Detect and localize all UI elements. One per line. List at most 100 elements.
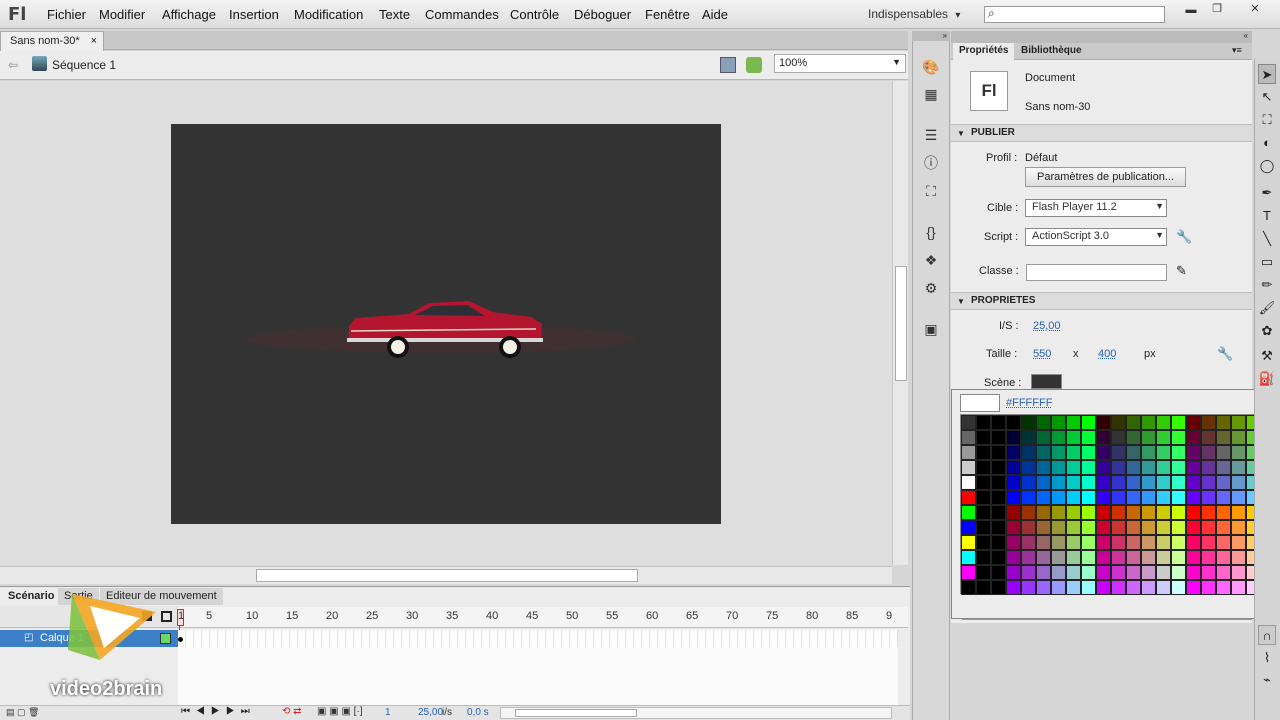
- color-swatch[interactable]: [1171, 550, 1186, 565]
- color-swatch[interactable]: [1036, 490, 1051, 505]
- color-swatch[interactable]: [1021, 430, 1036, 445]
- color-swatch[interactable]: [991, 475, 1006, 490]
- panel-menu-icon[interactable]: ▾≡: [1232, 45, 1242, 56]
- onion-skin-icon[interactable]: ▣ ▣ ▣ [·]: [317, 706, 363, 717]
- color-swatch[interactable]: [1111, 460, 1126, 475]
- color-swatch[interactable]: [1216, 505, 1231, 520]
- color-swatch[interactable]: [1006, 565, 1021, 580]
- components-icon[interactable]: ❖: [921, 251, 941, 269]
- color-swatch[interactable]: [1141, 475, 1156, 490]
- color-swatch[interactable]: [1171, 430, 1186, 445]
- color-swatch[interactable]: [1171, 520, 1186, 535]
- color-swatch[interactable]: [1111, 580, 1126, 595]
- timeline-hscrollbar[interactable]: [500, 707, 892, 719]
- color-swatch[interactable]: [1216, 460, 1231, 475]
- color-swatch[interactable]: [1186, 505, 1201, 520]
- color-swatch[interactable]: [1111, 445, 1126, 460]
- color-swatch[interactable]: [1096, 460, 1111, 475]
- horizontal-scroll-thumb[interactable]: [256, 569, 638, 582]
- color-swatch[interactable]: [1021, 475, 1036, 490]
- color-swatch[interactable]: [1051, 580, 1066, 595]
- wrench-icon[interactable]: 🔧: [1176, 229, 1192, 245]
- 3d-rotation-icon[interactable]: ◐: [1258, 133, 1276, 153]
- color-swatch[interactable]: [1051, 535, 1066, 550]
- color-swatch[interactable]: [1111, 475, 1126, 490]
- color-swatch[interactable]: [1066, 415, 1081, 430]
- color-swatch[interactable]: [1216, 475, 1231, 490]
- fps-value[interactable]: 25,00: [1033, 320, 1061, 332]
- color-swatch[interactable]: [1186, 565, 1201, 580]
- line-tool-icon[interactable]: ╲: [1258, 229, 1276, 249]
- color-swatch[interactable]: [1231, 445, 1246, 460]
- color-swatch[interactable]: [1216, 550, 1231, 565]
- brush-tool-icon[interactable]: 🖌: [1258, 298, 1276, 318]
- color-swatch[interactable]: [1156, 475, 1171, 490]
- color-swatch[interactable]: [1036, 520, 1051, 535]
- stage-canvas[interactable]: [171, 124, 721, 524]
- color-swatch[interactable]: [1201, 490, 1216, 505]
- new-layer-icon[interactable]: ▤ ▢ 🗑: [6, 707, 39, 718]
- back-arrow-icon[interactable]: ⇦: [8, 58, 18, 72]
- workspace-switcher[interactable]: Indispensables ▾: [868, 7, 960, 21]
- color-swatch[interactable]: [1036, 580, 1051, 595]
- swatches-icon[interactable]: ▦: [921, 85, 941, 103]
- straighten-icon[interactable]: ⌁: [1258, 670, 1276, 690]
- project-icon[interactable]: ▣: [921, 320, 941, 338]
- color-swatch[interactable]: [976, 475, 991, 490]
- color-swatch[interactable]: [1036, 430, 1051, 445]
- pencil-icon[interactable]: ✎: [1176, 263, 1187, 279]
- color-swatch[interactable]: [1051, 490, 1066, 505]
- color-swatch[interactable]: [991, 430, 1006, 445]
- deco-tool-icon[interactable]: ✿: [1258, 321, 1276, 341]
- color-swatch[interactable]: [1096, 520, 1111, 535]
- color-swatch[interactable]: [1111, 550, 1126, 565]
- color-swatch[interactable]: [1006, 430, 1021, 445]
- color-swatch[interactable]: [991, 415, 1006, 430]
- stage-color-swatch[interactable]: [1031, 374, 1062, 389]
- color-swatch[interactable]: [1111, 430, 1126, 445]
- close-tab-icon[interactable]: ×: [91, 35, 97, 47]
- color-swatch[interactable]: [1096, 445, 1111, 460]
- color-swatch[interactable]: [1141, 535, 1156, 550]
- color-swatch[interactable]: [1006, 580, 1021, 595]
- color-swatch[interactable]: [1126, 550, 1141, 565]
- selection-tool-icon[interactable]: ➤: [1258, 64, 1276, 84]
- menu-fichier[interactable]: Fichier: [47, 7, 86, 22]
- paint-bucket-icon[interactable]: ⛽: [1258, 369, 1276, 389]
- color-swatch[interactable]: [1036, 460, 1051, 475]
- color-swatch[interactable]: [1216, 490, 1231, 505]
- color-swatch[interactable]: [1081, 460, 1096, 475]
- color-swatch[interactable]: [1081, 445, 1096, 460]
- color-swatch[interactable]: [1096, 565, 1111, 580]
- zoom-select[interactable]: 100% ▼: [774, 54, 906, 73]
- color-swatch[interactable]: [1171, 505, 1186, 520]
- color-swatch[interactable]: [1006, 520, 1021, 535]
- color-swatch[interactable]: [976, 460, 991, 475]
- color-swatch[interactable]: [1066, 565, 1081, 580]
- color-swatch[interactable]: [1126, 505, 1141, 520]
- color-swatch[interactable]: [961, 565, 976, 580]
- transform-icon[interactable]: ⛶: [921, 182, 941, 200]
- color-swatch[interactable]: [976, 430, 991, 445]
- color-swatch[interactable]: [1156, 550, 1171, 565]
- publish-settings-button[interactable]: Paramètres de publication...: [1025, 167, 1186, 187]
- color-swatch[interactable]: [1081, 505, 1096, 520]
- color-swatch[interactable]: [1186, 490, 1201, 505]
- color-swatch[interactable]: [1096, 580, 1111, 595]
- color-swatch[interactable]: [1036, 415, 1051, 430]
- color-swatch[interactable]: [1051, 565, 1066, 580]
- color-swatch[interactable]: [1066, 475, 1081, 490]
- tab-proprietes[interactable]: Propriétés: [953, 43, 1015, 61]
- color-swatch[interactable]: [1006, 445, 1021, 460]
- color-swatch[interactable]: [1021, 460, 1036, 475]
- color-swatch[interactable]: [1111, 490, 1126, 505]
- color-swatch[interactable]: [1051, 415, 1066, 430]
- color-swatch[interactable]: [991, 550, 1006, 565]
- color-swatch[interactable]: [976, 535, 991, 550]
- target-select[interactable]: Flash Player 11.2 ▼: [1025, 199, 1167, 217]
- color-swatch[interactable]: [1231, 460, 1246, 475]
- color-swatch[interactable]: [1216, 415, 1231, 430]
- color-swatch[interactable]: [1036, 565, 1051, 580]
- section-proprietes[interactable]: PROPRIETES: [951, 292, 1252, 310]
- color-swatch[interactable]: [1096, 415, 1111, 430]
